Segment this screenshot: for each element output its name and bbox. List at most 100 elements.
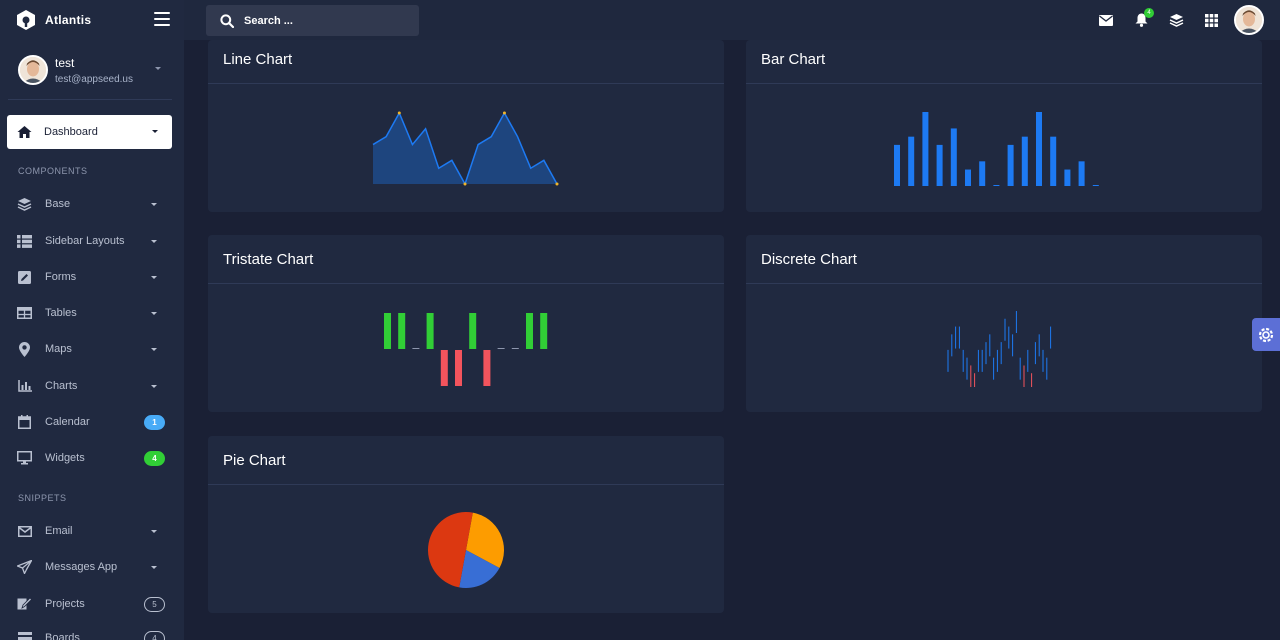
section-title-components: COMPONENTS — [18, 166, 88, 176]
sidebar-item-label: Boards — [45, 632, 80, 640]
atlantis-logo-icon[interactable] — [16, 9, 36, 31]
card-divider — [208, 283, 724, 284]
paper-plane-icon — [17, 560, 32, 575]
pencil-ruler-icon — [17, 597, 32, 612]
bar-chart-bar — [965, 169, 971, 186]
sidebar-item-label: Sidebar Layouts — [45, 235, 125, 247]
sidebar-item-label: Tables — [45, 307, 77, 319]
bar-chart-bar — [1078, 161, 1085, 186]
tristate-chart — [384, 313, 548, 386]
sidebar-item-label: Maps — [45, 343, 72, 355]
tristate-chart-card: Tristate Chart — [208, 235, 724, 412]
bar-chart-bar — [1036, 112, 1042, 186]
search-input[interactable]: Search ... — [206, 5, 419, 36]
bar-chart-bar — [908, 136, 915, 186]
search-icon[interactable] — [220, 13, 234, 28]
bar-chart-bar — [894, 144, 900, 186]
card-title: Discrete Chart — [761, 251, 857, 268]
notification-count-badge: 4 — [1144, 8, 1154, 18]
sidebar-item-boards[interactable]: Boards 4 — [17, 628, 167, 640]
chevron-down-icon — [152, 130, 158, 133]
sidebar-item-projects[interactable]: Projects 5 — [17, 594, 167, 614]
tristate-bar — [526, 313, 533, 349]
home-icon — [17, 125, 32, 140]
card-divider — [746, 83, 1262, 84]
sidebar-item-label: Widgets — [45, 452, 85, 464]
search-placeholder[interactable]: Search ... — [244, 15, 293, 27]
chevron-down-icon — [151, 348, 157, 351]
tristate-bar — [483, 350, 491, 386]
settings-gear-button[interactable] — [1252, 318, 1280, 351]
bar-chart-bar — [1050, 136, 1057, 186]
discrete-chart — [947, 311, 1052, 387]
discrete-chart-card: Discrete Chart — [746, 235, 1262, 412]
sidebar-item-tables[interactable]: Tables — [17, 303, 167, 323]
sidebar-item-label: Charts — [45, 380, 78, 392]
bar-chart-bar — [979, 161, 986, 186]
line-chart-card: Line Chart — [208, 40, 724, 212]
app-name[interactable]: Atlantis — [45, 13, 91, 27]
table-icon — [17, 306, 32, 321]
tristate-bar — [540, 313, 548, 349]
sidebar-item-sidebar-layouts[interactable]: Sidebar Layouts — [17, 231, 167, 251]
envelope-icon[interactable] — [1098, 12, 1114, 28]
user-name: test — [55, 55, 75, 70]
line-chart-point — [397, 111, 401, 115]
calendar-icon — [17, 415, 32, 430]
line-chart-point — [463, 182, 467, 186]
line-chart-area — [373, 113, 557, 184]
user-email: test@appseed.us — [55, 73, 133, 85]
sidebar-item-label: Forms — [45, 271, 77, 283]
chevron-down-icon — [151, 312, 157, 315]
pie-chart-card: Pie Chart — [208, 436, 724, 613]
chevron-down-icon — [151, 530, 157, 533]
chevron-down-icon — [151, 385, 157, 388]
tristate-bar — [469, 313, 477, 349]
apps-grid-icon[interactable] — [1203, 12, 1219, 28]
tristate-bar — [440, 350, 448, 386]
bar-chart-bar — [1092, 185, 1099, 186]
line-chart-point — [555, 182, 559, 186]
sidebar-item-charts[interactable]: Charts — [17, 376, 167, 396]
bar-chart-card: Bar Chart — [746, 40, 1262, 212]
bar-chart-bar — [1021, 136, 1028, 186]
section-title-snippets: SNIPPETS — [18, 493, 67, 503]
avatar[interactable] — [1234, 5, 1264, 35]
logo-bar: Atlantis — [0, 0, 184, 40]
sidebar: Atlantis test test@appseed.us Dashboard … — [0, 0, 184, 640]
bar-chart-bar — [993, 185, 1000, 186]
card-title: Bar Chart — [761, 51, 826, 68]
sidebar-item-email[interactable]: Email — [17, 521, 167, 541]
user-panel[interactable]: test test@appseed.us — [0, 40, 184, 100]
sidebar-item-label: Messages App — [45, 561, 118, 573]
sidebar-item-label: Email — [45, 525, 73, 537]
sidebar-item-calendar[interactable]: Calendar 1 — [17, 412, 167, 432]
bar-chart-bar — [922, 112, 929, 186]
sidebar-item-label: Base — [45, 198, 71, 210]
card-divider — [208, 484, 724, 485]
menu-toggle-icon[interactable] — [154, 12, 170, 26]
avatar[interactable] — [18, 55, 48, 85]
bar-chart — [894, 112, 1099, 186]
topbar: Search ... 4 — [184, 0, 1280, 40]
bar-chart-bar — [936, 144, 943, 186]
sidebar-item-label: Projects — [45, 598, 85, 610]
chevron-down-icon — [151, 240, 157, 243]
tristate-bar — [426, 313, 434, 349]
count-badge: 5 — [144, 597, 165, 612]
sidebar-item-widgets[interactable]: Widgets 4 — [17, 448, 167, 468]
sidebar-item-dashboard[interactable]: Dashboard — [7, 115, 172, 149]
bar-chart-bar — [950, 128, 957, 186]
envelope-icon — [17, 524, 32, 539]
line-chart-point — [502, 111, 506, 115]
bell-icon[interactable]: 4 — [1133, 8, 1154, 28]
tristate-bar — [384, 313, 391, 349]
layers-icon[interactable] — [1168, 12, 1184, 28]
sidebar-item-forms[interactable]: Forms — [17, 267, 167, 287]
gear-icon — [1257, 326, 1275, 344]
sidebar-item-messages-app[interactable]: Messages App — [17, 557, 167, 577]
sidebar-item-label: Dashboard — [44, 126, 98, 138]
sidebar-item-base[interactable]: Base — [17, 194, 167, 214]
sidebar-item-maps[interactable]: Maps — [17, 339, 167, 359]
chevron-down-icon[interactable] — [155, 67, 161, 70]
